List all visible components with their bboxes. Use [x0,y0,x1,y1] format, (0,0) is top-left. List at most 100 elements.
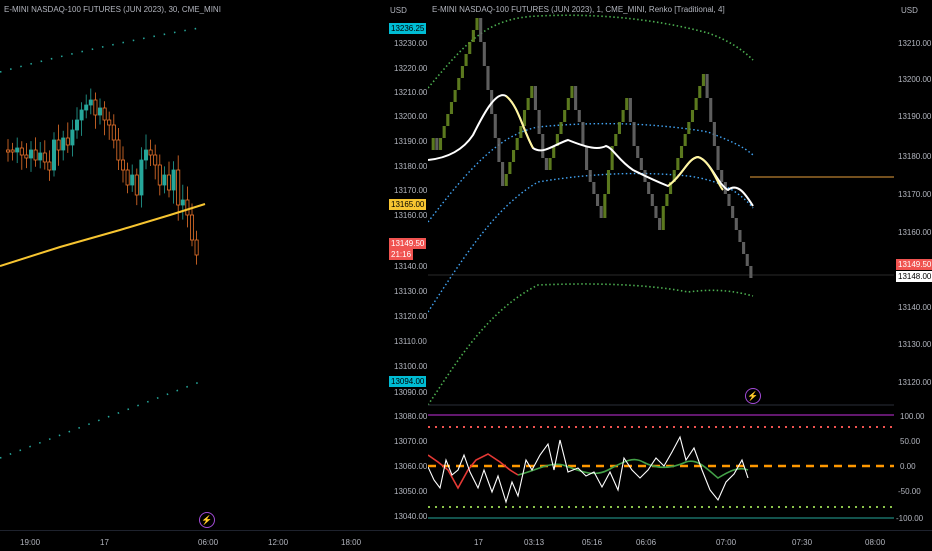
renko-brick [639,158,643,170]
candle-body [125,169,130,186]
renko-brick [522,110,527,126]
time-label: 17 [474,538,483,547]
renko-brick [705,74,709,98]
renko-brick [435,138,439,150]
renko-brick [442,126,446,138]
renko-brick [734,218,738,230]
price-tag-high: 13236.25 [389,23,427,34]
renko-brick [577,110,581,122]
renko-brick [511,150,516,162]
renko-brick [570,86,574,98]
candle-body [157,164,162,186]
right-price-axis[interactable]: USD 13210.00 13200.00 13190.00 13180.00 … [895,0,932,530]
renko-brick [588,170,592,182]
price-label: 13190.00 [394,137,428,146]
renko-brick [563,110,567,122]
osc-axis-label: 13040.00 [394,512,428,521]
renko-brick [581,122,585,146]
price-label: 13110.00 [394,337,427,346]
renko-brick [625,98,629,110]
candle-body [153,154,158,166]
renko-brick [749,266,753,278]
renko-brick [694,98,698,110]
price-label: 13140.00 [898,303,932,312]
osc-axis-label: 50.00 [900,437,921,446]
lightning-bolt-icon[interactable]: ⚡ [745,388,761,404]
renko-brick [614,134,618,146]
candle-body [88,99,93,106]
price-label: 13120.00 [394,312,428,321]
right-chart-canvas [428,14,894,519]
left-chart-canvas [0,26,206,459]
candle-body [10,149,15,153]
renko-brick [501,162,505,186]
price-label: 13180.00 [394,162,428,171]
renko-brick [493,114,497,138]
candle-body [79,109,84,121]
renko-brick [687,122,691,134]
renko-brick [636,146,640,158]
renko-brick [457,78,461,90]
price-label: 13170.00 [898,190,932,199]
price-tag-last: 13149.50 [389,238,427,249]
candle-body [176,169,181,206]
renko-brick [650,194,654,206]
price-label: 13200.00 [394,112,428,121]
price-label: 13210.00 [898,39,932,48]
candle-body [148,149,153,156]
candle-body [84,104,89,111]
renko-brick [727,194,731,206]
lower-band-line [0,379,206,459]
renko-brick [592,182,596,194]
candle-body [56,139,61,151]
renko-brick [595,194,600,206]
time-axis[interactable]: 19:00 17 06:00 12:00 18:00 17 03:13 05:1… [0,530,932,551]
candle-body [47,161,52,171]
candle-body [52,139,57,171]
renko-brick [526,98,530,110]
osc-axis-label: 13050.00 [394,487,428,496]
candle-body [143,149,148,161]
upper-band-line [0,26,206,73]
candle-body [42,152,47,163]
price-label: 13220.00 [394,64,428,73]
renko-brick [548,158,552,170]
candle-body [61,137,66,151]
renko-brick [533,86,538,110]
price-label: 13090.00 [394,388,428,397]
candle-body [65,137,70,146]
price-label: 13130.00 [898,340,932,349]
candle-body [134,174,139,196]
renko-brick [632,122,636,146]
candle-body [28,149,33,159]
renko-brick [679,146,684,158]
renko-brick [566,98,570,110]
time-label: 07:30 [792,538,813,547]
time-label: 19:00 [20,538,41,547]
price-label: 13140.00 [394,262,428,271]
renko-brick [475,18,479,30]
renko-brick [446,114,450,126]
renko-brick [515,138,519,150]
renko-brick [544,158,548,170]
renko-brick [468,42,472,54]
candle-body [98,107,103,116]
osc-main-line [428,435,749,504]
renko-brick [738,230,742,242]
right-chart-pane[interactable]: E-MINI NASDAQ-100 FUTURES (JUN 2023), 1,… [428,0,894,530]
currency-label: USD [390,6,407,15]
price-label: 13160.00 [394,211,428,220]
smoothed-price-line [428,94,754,207]
price-tag-ma: 13165.00 [389,199,427,210]
candle-body [93,99,98,116]
lightning-bolt-icon[interactable]: ⚡ [199,512,215,528]
lower-outer-band [428,283,754,406]
renko-brick [701,74,705,86]
renko-brick [665,194,669,206]
left-chart-pane[interactable]: E-MINI NASDAQ-100 FUTURES (JUN 2023), 30… [0,0,386,530]
renko-brick [585,146,589,170]
left-price-axis[interactable]: USD 13230.00 13220.00 13210.00 13200.00 … [386,0,428,530]
time-label: 05:16 [582,538,603,547]
candle-body [189,214,194,241]
renko-brick [438,138,443,150]
